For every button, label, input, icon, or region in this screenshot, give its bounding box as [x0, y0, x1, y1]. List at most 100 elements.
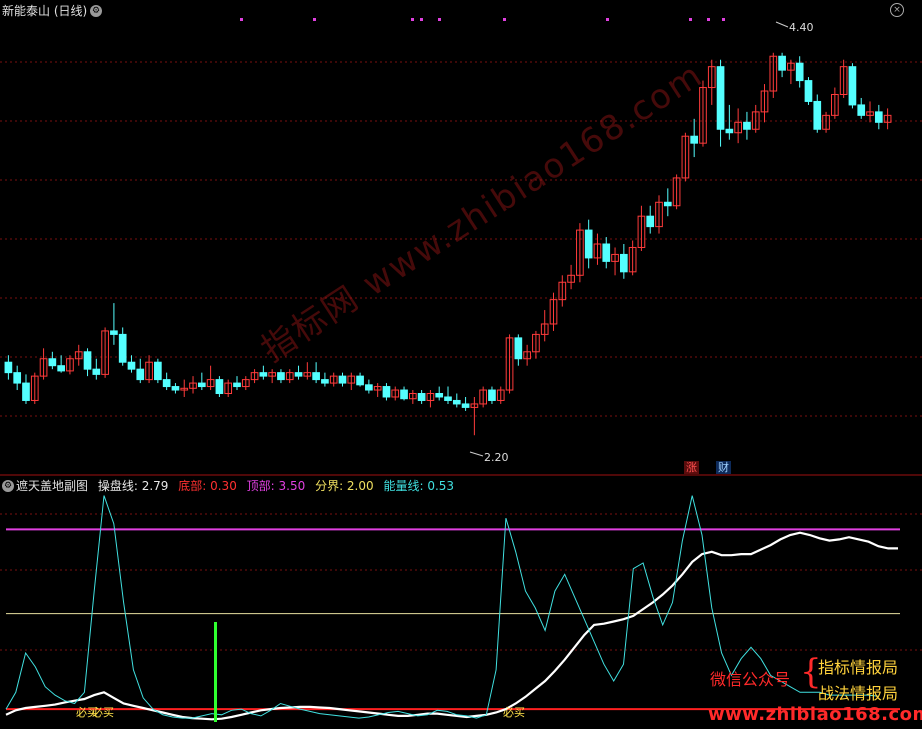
close-icon[interactable]: × — [890, 3, 904, 17]
candle — [620, 244, 628, 279]
candle — [628, 240, 637, 276]
candle — [655, 195, 663, 234]
signal-marker — [240, 18, 243, 21]
signal-marker — [313, 18, 316, 21]
event-tag-finance[interactable]: 财 — [716, 461, 731, 474]
candle — [162, 372, 171, 391]
candle — [734, 108, 742, 144]
candle — [22, 374, 30, 404]
candle-body — [162, 379, 171, 388]
candle — [241, 376, 250, 391]
signal-marker — [411, 18, 414, 21]
low-price-label: 2.20 — [484, 451, 509, 464]
candle — [505, 334, 514, 394]
candle — [452, 393, 461, 408]
candle — [444, 386, 452, 404]
legend-trade-line: 操盘线: 2.79 — [97, 479, 169, 493]
trade-line-series — [5, 531, 898, 721]
gear-icon[interactable]: ⚙ — [2, 480, 14, 492]
candle-body — [171, 386, 180, 391]
candle — [294, 365, 303, 380]
candle — [883, 108, 892, 130]
legend-energy: 能量线: 0.53 — [383, 479, 455, 493]
candle — [417, 390, 426, 404]
candle-body — [400, 389, 408, 400]
candle — [4, 355, 13, 380]
candle-body — [417, 393, 426, 401]
buy-signal-label: 必买 — [503, 706, 525, 719]
candle-body — [233, 382, 241, 388]
legend-bottom: 底部: 0.30 — [178, 479, 237, 493]
candle — [382, 383, 391, 401]
candle-body — [795, 62, 804, 82]
candle — [874, 104, 883, 130]
candle — [215, 376, 224, 397]
candle — [839, 59, 848, 98]
candle — [224, 379, 233, 397]
candle — [13, 365, 22, 391]
candle-body — [312, 372, 320, 381]
candle-body — [452, 399, 461, 405]
candle-body — [725, 128, 734, 134]
event-tag-rise[interactable]: 涨 — [684, 461, 699, 474]
signal-marker — [503, 18, 506, 21]
candle — [66, 355, 74, 375]
candle — [303, 362, 312, 380]
candle-body — [92, 368, 101, 375]
high-pointer — [775, 21, 789, 28]
candle — [373, 383, 382, 397]
candle — [338, 372, 347, 387]
candle-body — [444, 396, 452, 401]
candle — [83, 348, 92, 377]
buy-signal-label: 必买 — [92, 706, 114, 719]
signal-marker — [420, 18, 423, 21]
candle-body — [356, 375, 364, 386]
signal-marker — [689, 18, 692, 21]
candle — [171, 383, 180, 394]
wechat-label: 微信公众号 — [710, 670, 791, 689]
candle-body — [716, 66, 725, 130]
candle-body — [22, 382, 30, 401]
candle — [268, 369, 276, 384]
candle — [127, 355, 136, 373]
candle-body — [584, 229, 593, 259]
candle-body — [110, 330, 118, 335]
candle-body — [435, 393, 444, 398]
legend-top: 顶部: 3.50 — [246, 479, 306, 493]
candle — [663, 188, 672, 217]
candle-body — [778, 55, 786, 71]
signal-marker — [707, 18, 710, 21]
chart-canvas — [0, 18, 922, 722]
candle — [804, 77, 813, 105]
candle — [778, 52, 786, 78]
candle — [391, 386, 400, 401]
candle-body — [294, 372, 303, 377]
candle — [118, 327, 127, 366]
candle — [408, 390, 417, 404]
indicator-legend: ⚙ 遮天盖地副图 操盘线: 2.79 底部: 0.30 顶部: 3.50 分界:… — [2, 479, 460, 493]
candle — [488, 386, 496, 404]
candle-body — [743, 121, 751, 130]
candle — [461, 396, 470, 411]
candle — [514, 334, 523, 366]
candle — [277, 369, 285, 384]
candle-body — [690, 135, 699, 144]
candle — [329, 372, 338, 387]
candle — [646, 205, 655, 234]
candle — [707, 59, 716, 105]
candle-body — [136, 368, 145, 381]
candle — [347, 372, 356, 391]
candle — [479, 386, 488, 408]
candle — [233, 376, 241, 391]
candle — [435, 386, 444, 401]
grid-lines — [0, 18, 922, 651]
candle — [813, 94, 822, 133]
candle-body — [4, 361, 13, 374]
candle — [637, 205, 646, 251]
candle-body — [48, 358, 57, 367]
candle-body — [874, 111, 883, 123]
candle — [725, 104, 734, 140]
candle-body — [804, 80, 813, 102]
candle-body — [365, 384, 373, 391]
gear-icon[interactable]: ⚙ — [90, 5, 102, 17]
